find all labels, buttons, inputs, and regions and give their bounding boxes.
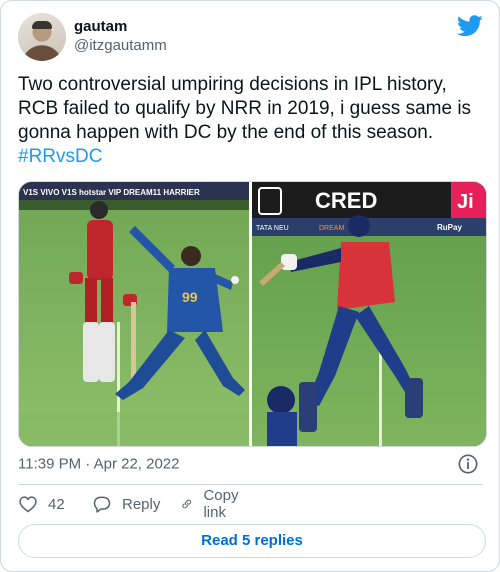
info-icon[interactable] xyxy=(457,453,479,475)
like-count: 42 xyxy=(48,495,65,513)
like-button[interactable]: 42 xyxy=(18,491,65,517)
copy-link-button[interactable]: Copy link xyxy=(180,487,245,521)
board-mid-text: DREAM xyxy=(319,225,344,232)
link-icon xyxy=(182,499,192,509)
bowler-jersey-number: 99 xyxy=(182,289,198,305)
hashtag-link[interactable]: #RRvsDC xyxy=(18,146,102,167)
user-handle[interactable]: @itzgautamm xyxy=(74,36,167,56)
copy-link-label: Copy link xyxy=(203,487,239,521)
read-replies-button[interactable]: Read 5 replies xyxy=(18,524,486,558)
board-left-text: TATA NEU xyxy=(256,225,289,232)
reply-bubble-icon xyxy=(93,496,111,513)
timestamp-text[interactable]: 11:39 PM · Apr 22, 2022 xyxy=(18,456,180,473)
reply-label: Reply xyxy=(122,495,161,513)
avatar[interactable] xyxy=(18,13,66,61)
twitter-bird-icon[interactable] xyxy=(457,15,483,37)
tweet-text: Two controversial umpiring decisions in … xyxy=(18,73,486,169)
timestamp[interactable]: 11:39 PM · Apr 22, 2022 xyxy=(18,455,180,473)
ji-logo-text: Ji xyxy=(457,191,474,213)
avatar-cap xyxy=(32,21,52,29)
tweet-media[interactable]: V1S VIVO V1S hotstar VIP DREAM11 HARRIER xyxy=(18,181,487,447)
board-right-text: RuPay xyxy=(437,223,462,232)
display-name[interactable]: gautam xyxy=(74,17,167,36)
right-photo: CRED Ji TATA NEU DREAM RuPay xyxy=(252,182,486,446)
user-block[interactable]: gautam @itzgautamm xyxy=(74,17,167,56)
media-photos: V1S VIVO V1S hotstar VIP DREAM11 HARRIER xyxy=(19,182,486,446)
left-banner-text: V1S VIVO V1S hotstar VIP DREAM11 HARRIER xyxy=(23,188,200,197)
left-photo: V1S VIVO V1S hotstar VIP DREAM11 HARRIER xyxy=(19,182,249,446)
tweet-header: gautam @itzgautamm xyxy=(18,13,483,63)
heart-icon xyxy=(19,496,37,513)
tweet-card: gautam @itzgautamm Two controversial ump… xyxy=(0,0,500,572)
tweet-body: Two controversial umpiring decisions in … xyxy=(18,74,472,143)
reply-button[interactable]: Reply xyxy=(92,491,160,517)
cred-logo-text: CRED xyxy=(315,188,377,213)
divider xyxy=(18,484,483,485)
